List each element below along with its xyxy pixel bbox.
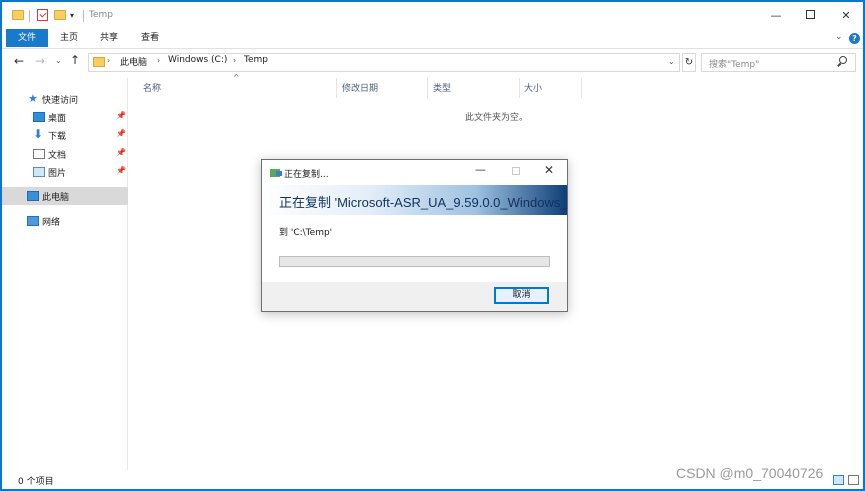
column-header-type[interactable]: 类型: [433, 81, 451, 94]
sidebar-item-downloads[interactable]: ⬇ 下载 📌: [2, 126, 128, 144]
breadcrumb-temp[interactable]: Temp: [244, 55, 268, 65]
large-icons-view-icon[interactable]: [848, 475, 859, 485]
maximize-icon: [805, 10, 815, 19]
cancel-button[interactable]: 取消: [494, 287, 549, 304]
sidebar-item-quick-access[interactable]: ★ 快速访问: [2, 90, 128, 108]
breadcrumb-this-pc[interactable]: 此电脑: [120, 55, 147, 68]
close-button[interactable]: ✕: [829, 6, 863, 26]
window-title: Temp: [89, 10, 113, 20]
breadcrumb-separator[interactable]: ›: [157, 56, 160, 65]
properties-icon[interactable]: [37, 9, 48, 21]
breadcrumb-separator[interactable]: ›: [233, 56, 236, 65]
maximize-button[interactable]: [793, 6, 827, 26]
dialog-maximize-button: [512, 167, 520, 175]
pin-icon: 📌: [116, 166, 126, 175]
sidebar-item-label: 桌面: [48, 114, 67, 124]
tab-share[interactable]: 共享: [100, 29, 118, 47]
breadcrumb-separator[interactable]: ›: [107, 56, 110, 65]
folder-icon: [93, 57, 105, 67]
recent-locations-icon[interactable]: ⌄: [55, 56, 62, 65]
star-icon: ★: [28, 92, 38, 105]
pin-icon: 📌: [116, 148, 126, 157]
copy-progress-bar: [279, 256, 550, 267]
expand-ribbon-icon[interactable]: ⌄: [835, 32, 843, 42]
watermark: CSDN @m0_70040726: [676, 465, 824, 481]
tab-home[interactable]: 主页: [60, 29, 78, 47]
dialog-minimize-button[interactable]: —: [475, 163, 486, 176]
desktop-icon: [33, 112, 45, 122]
column-divider[interactable]: [336, 78, 337, 98]
copy-icon: [270, 169, 282, 177]
sidebar-item-network[interactable]: 网络: [2, 212, 128, 230]
copy-heading: 正在复制 'Microsoft-ASR_UA_9.59.0.0_Windows_…: [279, 195, 568, 210]
ribbon-bar: [2, 29, 863, 49]
address-dropdown-icon[interactable]: ⌄: [668, 57, 675, 66]
search-placeholder: 搜索"Temp": [709, 60, 760, 70]
search-icon[interactable]: [839, 56, 847, 64]
item-count: 0 个项目: [18, 477, 54, 487]
sidebar-item-label: 网络: [42, 218, 61, 228]
breadcrumb-drive-c[interactable]: Windows (C:): [168, 55, 227, 65]
divider: [29, 10, 30, 22]
dialog-close-button[interactable]: ✕: [544, 163, 554, 177]
column-divider[interactable]: [427, 78, 428, 98]
sort-ascending-icon: ^: [233, 73, 240, 82]
back-button[interactable]: ←: [14, 54, 24, 68]
refresh-button[interactable]: ↻: [682, 53, 696, 72]
folder-icon: [12, 10, 24, 20]
sidebar-item-label: 图片: [48, 169, 67, 179]
sidebar-item-desktop[interactable]: 桌面 📌: [2, 108, 128, 126]
sidebar-item-label: 文档: [48, 151, 67, 161]
up-button[interactable]: ↑: [70, 53, 80, 67]
sidebar-item-label: 下载: [48, 132, 67, 142]
network-icon: [27, 216, 39, 226]
tab-file[interactable]: 文件: [6, 29, 48, 47]
sidebar-item-documents[interactable]: 文档 📌: [2, 145, 128, 163]
pin-icon: 📌: [116, 129, 126, 138]
column-header-date-modified[interactable]: 修改日期: [342, 81, 378, 94]
computer-icon: [27, 191, 39, 201]
column-divider[interactable]: [581, 78, 582, 98]
download-icon: ⬇: [33, 127, 44, 141]
sidebar-item-label: 此电脑: [42, 193, 70, 203]
empty-folder-message: 此文件夹为空。: [465, 113, 529, 123]
new-folder-icon[interactable]: [54, 10, 66, 20]
quick-access-dropdown-icon[interactable]: ▾: [70, 11, 74, 20]
details-view-icon[interactable]: [833, 475, 844, 485]
column-header-name[interactable]: 名称: [143, 81, 161, 94]
forward-button[interactable]: →: [35, 54, 45, 68]
copy-progress-dialog: 正在复制... — ✕ 正在复制 'Microsoft-ASR_UA_9.59.…: [261, 159, 568, 312]
help-icon[interactable]: ?: [849, 33, 860, 44]
sidebar-item-this-pc[interactable]: 此电脑: [2, 187, 128, 205]
divider: [83, 10, 84, 22]
column-header-size[interactable]: 大小: [524, 81, 542, 94]
sidebar-item-label: 快速访问: [42, 96, 79, 106]
dialog-title: 正在复制...: [284, 170, 329, 180]
minimize-button[interactable]: —: [759, 6, 793, 26]
copy-destination: 到 'C:\Temp': [279, 228, 333, 238]
column-divider[interactable]: [519, 78, 520, 98]
tab-view[interactable]: 查看: [141, 29, 159, 47]
pin-icon: 📌: [116, 111, 126, 120]
pictures-icon: [33, 167, 45, 177]
title-bar: [2, 2, 863, 30]
sidebar-item-pictures[interactable]: 图片 📌: [2, 163, 128, 181]
documents-icon: [33, 149, 45, 159]
